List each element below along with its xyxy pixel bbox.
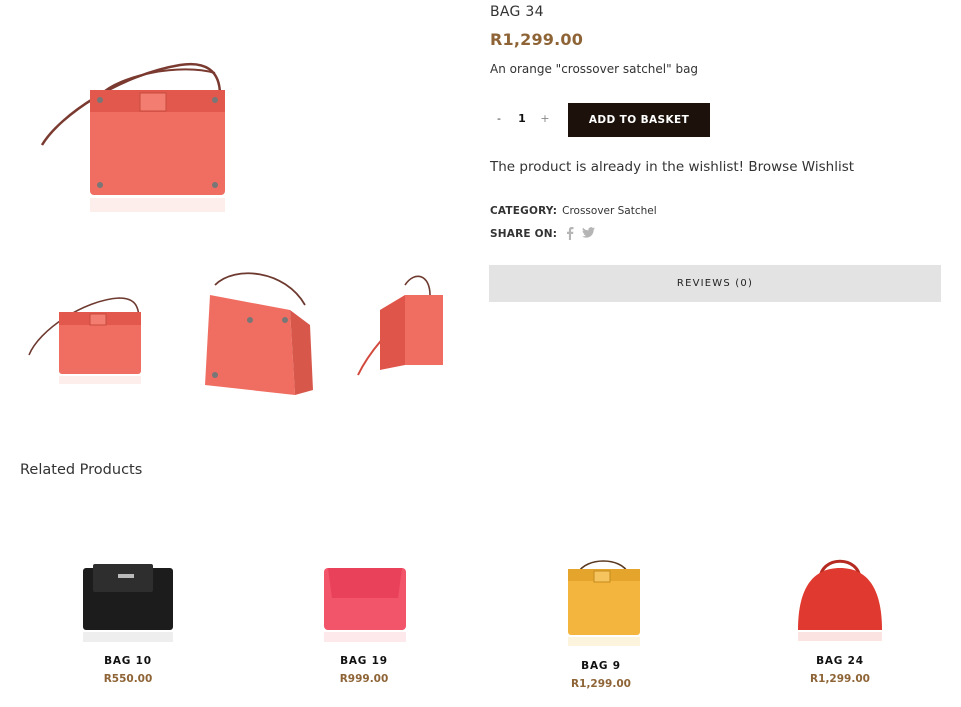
related-product-price: R1,299.00 [810, 673, 870, 685]
related-product-card[interactable]: BAG 24 R1,299.00 [760, 545, 920, 685]
browse-wishlist-link[interactable]: Browse Wishlist [748, 159, 854, 175]
related-product-name[interactable]: BAG 24 [760, 655, 920, 667]
related-product-image[interactable] [48, 545, 208, 645]
quantity-stepper: - 1 + [493, 112, 551, 125]
add-to-basket-button[interactable]: ADD TO BASKET [568, 103, 710, 137]
related-product-card[interactable]: BAG 9 R1,299.00 [521, 550, 681, 690]
twitter-icon[interactable] [582, 227, 596, 238]
related-product-image[interactable] [284, 545, 444, 645]
product-thumbnail-3[interactable] [350, 270, 450, 380]
related-product-image[interactable] [521, 550, 681, 650]
tab-reviews[interactable]: REVIEWS (0) [489, 265, 941, 302]
quantity-decrease-button[interactable]: - [493, 112, 505, 125]
product-description: An orange "crossover satchel" bag [490, 62, 699, 76]
related-product-price: R999.00 [339, 673, 389, 685]
product-main-image[interactable] [30, 55, 250, 220]
related-product-name[interactable]: BAG 10 [48, 655, 208, 667]
related-product-card[interactable]: BAG 10 R550.00 [48, 545, 208, 685]
quantity-input[interactable]: 1 [505, 112, 539, 125]
wishlist-message: The product is already in the wishlist! [490, 159, 745, 175]
product-thumbnail-2[interactable] [195, 265, 320, 400]
related-product-price: R1,299.00 [571, 678, 631, 690]
related-product-image[interactable] [760, 545, 920, 645]
related-product-card[interactable]: BAG 19 R999.00 [284, 545, 444, 685]
product-share: SHARE ON: [490, 227, 596, 240]
related-product-price: R550.00 [103, 673, 153, 685]
quantity-increase-button[interactable]: + [539, 112, 551, 125]
product-thumbnail-1[interactable] [24, 290, 149, 390]
product-category: CATEGORY: Crossover Satchel [490, 205, 657, 217]
related-product-name[interactable]: BAG 19 [284, 655, 444, 667]
related-products-heading: Related Products [20, 462, 143, 478]
product-title: BAG 34 [490, 4, 544, 20]
product-price: R1,299.00 [490, 30, 584, 49]
facebook-icon[interactable] [566, 227, 574, 240]
share-label: SHARE ON: [490, 227, 558, 240]
category-link[interactable]: Crossover Satchel [562, 205, 657, 217]
category-label: CATEGORY: [490, 205, 558, 217]
related-product-name[interactable]: BAG 9 [521, 660, 681, 672]
wishlist-notice: The product is already in the wishlist! … [490, 159, 854, 175]
